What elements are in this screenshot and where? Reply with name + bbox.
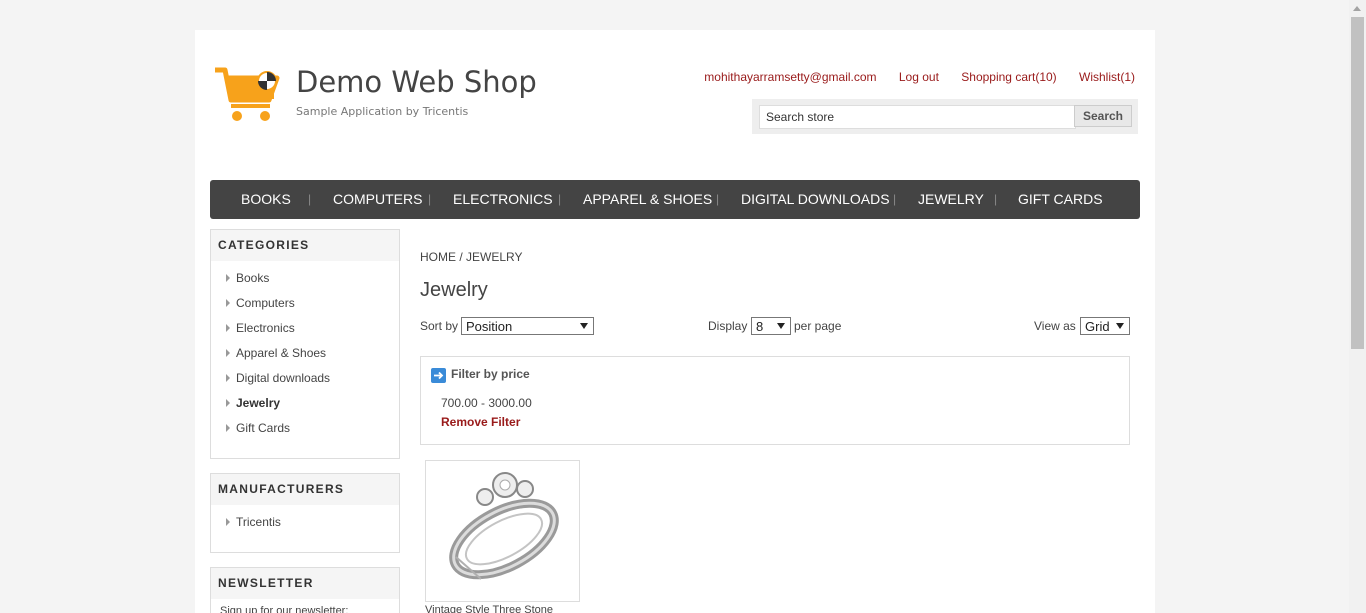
- display-label: Display: [708, 319, 748, 333]
- page-size-select[interactable]: 8: [751, 317, 791, 335]
- menu-item-computers[interactable]: COMPUTERS: [333, 180, 422, 218]
- page-container: Demo Web Shop Sample Application by Tric…: [195, 30, 1155, 613]
- shopping-cart-link[interactable]: Shopping cart(10): [961, 70, 1056, 84]
- sort-by-label: Sort by: [420, 319, 459, 333]
- chevron-right-icon: [226, 424, 230, 432]
- menu-separator: |: [308, 192, 312, 206]
- top-menu: BOOKS | COMPUTERS | ELECTRONICS | APPARE…: [210, 180, 1140, 219]
- manufacturers-title: MANUFACTURERS: [211, 474, 399, 505]
- newsletter-text: Sign up for our newsletter:: [220, 605, 349, 613]
- view-mode-value: Grid: [1085, 319, 1110, 334]
- chevron-right-icon: [226, 518, 230, 526]
- breadcrumb-current: JEWELRY: [466, 250, 523, 264]
- category-electronics[interactable]: Electronics: [211, 317, 399, 342]
- menu-item-books[interactable]: BOOKS: [241, 180, 291, 218]
- category-jewelry[interactable]: Jewelry: [211, 392, 399, 417]
- ring-image[interactable]: [426, 461, 579, 601]
- search-button[interactable]: Search: [1074, 105, 1132, 127]
- category-books[interactable]: Books: [211, 267, 399, 292]
- cart-logo-icon[interactable]: [214, 66, 282, 124]
- menu-separator: |: [893, 192, 897, 206]
- vertical-scrollbar[interactable]: [1349, 0, 1366, 613]
- newsletter-title: NEWSLETTER: [211, 568, 399, 599]
- chevron-right-icon: [226, 274, 230, 282]
- menu-item-apparel-shoes[interactable]: APPAREL & SHOES: [583, 180, 712, 218]
- chevron-right-icon: [226, 324, 230, 332]
- newsletter-block: NEWSLETTER Sign up for our newsletter:: [210, 567, 400, 613]
- category-digital-downloads[interactable]: Digital downloads: [211, 367, 399, 392]
- category-apparel-shoes[interactable]: Apparel & Shoes: [211, 342, 399, 367]
- chevron-down-icon: [580, 323, 588, 329]
- manufacturer-tricentis[interactable]: Tricentis: [211, 511, 399, 536]
- filter-range: 700.00 - 3000.00: [441, 396, 532, 410]
- page-size-value: 8: [756, 319, 764, 334]
- categories-title: CATEGORIES: [211, 230, 399, 261]
- wishlist-link[interactable]: Wishlist(1): [1079, 70, 1135, 84]
- chevron-right-icon: [226, 374, 230, 382]
- site-subtitle: Sample Application by Tricentis: [296, 105, 469, 118]
- arrow-right-icon[interactable]: [431, 368, 446, 383]
- sort-by-value: Position: [466, 319, 513, 334]
- price-filter-box: Filter by price 700.00 - 3000.00 Remove …: [420, 356, 1130, 445]
- account-link[interactable]: mohithayarramsetty@gmail.com: [704, 70, 876, 84]
- scroll-thumb[interactable]: [1351, 17, 1364, 349]
- search-box: Search: [752, 99, 1138, 134]
- breadcrumb-home[interactable]: HOME: [420, 250, 456, 264]
- categories-block: CATEGORIES Books Computers Electronics A…: [210, 229, 400, 459]
- category-computers[interactable]: Computers: [211, 292, 399, 317]
- site-title[interactable]: Demo Web Shop: [296, 65, 537, 99]
- chevron-down-icon: [1116, 323, 1124, 329]
- product-image[interactable]: [425, 460, 580, 602]
- menu-item-digital-downloads[interactable]: DIGITAL DOWNLOADS: [741, 180, 890, 218]
- view-as-label: View as: [1034, 319, 1076, 333]
- page-title: Jewelry: [420, 279, 488, 301]
- menu-separator: |: [716, 192, 720, 206]
- product-title-link[interactable]: Vintage Style Three Stone: [425, 604, 553, 613]
- menu-separator: |: [994, 192, 998, 206]
- menu-item-electronics[interactable]: ELECTRONICS: [453, 180, 553, 218]
- sort-by-select[interactable]: Position: [461, 317, 594, 335]
- filter-title[interactable]: Filter by price: [451, 367, 530, 381]
- breadcrumb: HOME / JEWELRY: [420, 250, 523, 264]
- chevron-right-icon: [226, 399, 230, 407]
- manufacturers-block: MANUFACTURERS Tricentis: [210, 473, 400, 553]
- menu-separator: |: [428, 192, 432, 206]
- view-mode-select[interactable]: Grid: [1080, 317, 1130, 335]
- chevron-down-icon: [777, 323, 785, 329]
- menu-item-gift-cards[interactable]: GIFT CARDS: [1018, 180, 1103, 218]
- chevron-right-icon: [226, 299, 230, 307]
- per-page-label: per page: [794, 319, 842, 333]
- header-links: mohithayarramsetty@gmail.com Log out Sho…: [685, 70, 1135, 84]
- scroll-up-arrow-icon[interactable]: [1353, 6, 1361, 11]
- menu-item-jewelry[interactable]: JEWELRY: [918, 180, 984, 218]
- remove-filter-link[interactable]: Remove Filter: [441, 415, 520, 429]
- category-gift-cards[interactable]: Gift Cards: [211, 417, 399, 442]
- logout-link[interactable]: Log out: [899, 70, 939, 84]
- product-selectors: Sort by Position Display 8 per page View…: [420, 317, 1130, 337]
- search-input[interactable]: [759, 105, 1076, 129]
- chevron-right-icon: [226, 349, 230, 357]
- menu-separator: |: [558, 192, 562, 206]
- breadcrumb-separator: /: [459, 250, 463, 264]
